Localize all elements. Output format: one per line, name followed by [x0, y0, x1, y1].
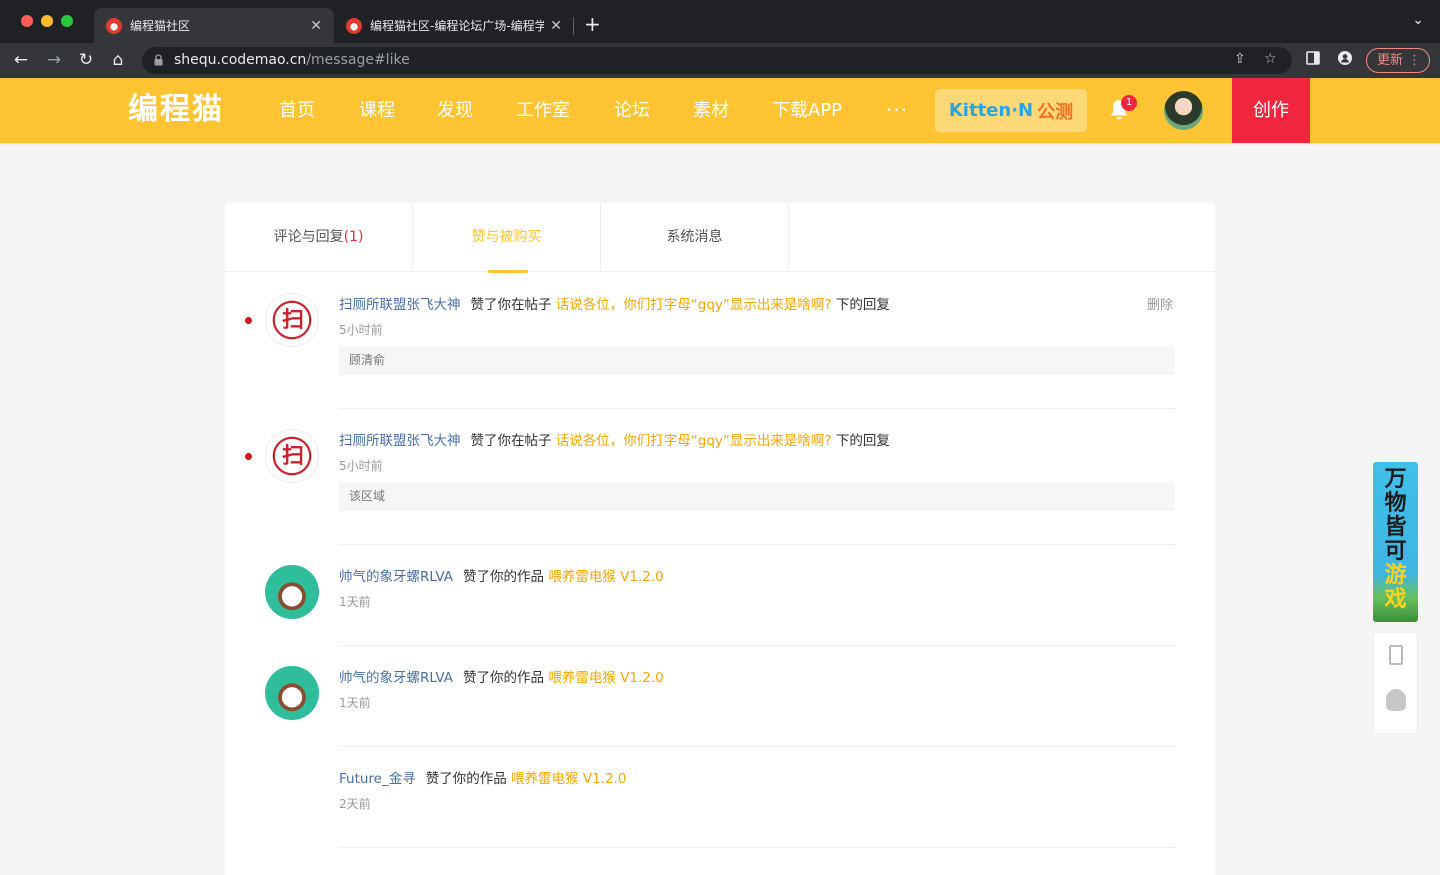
sao-logo-icon: 扫 — [281, 308, 304, 333]
new-tab-plus-icon[interactable]: + — [584, 12, 601, 36]
mobile-app-icon[interactable] — [1389, 645, 1403, 665]
message-user-link[interactable]: 帅气的象牙螺RLVA — [339, 569, 453, 585]
more-vertical-icon: ⋮ — [1408, 53, 1421, 68]
message-time: 5小时前 — [339, 323, 383, 337]
close-tab-icon[interactable]: ✕ — [550, 18, 562, 34]
message-target-link[interactable]: 喂养雷电猴 V1.2.0 — [548, 670, 663, 686]
delete-button[interactable]: 删除 — [1147, 294, 1173, 313]
browser-tab-active[interactable]: 编程猫社区 ✕ — [94, 8, 334, 43]
message-user-link[interactable]: 扫厕所联盟张飞大神 — [339, 297, 461, 313]
maximize-window-button[interactable] — [61, 15, 73, 27]
avatar[interactable]: 扫 — [265, 293, 319, 347]
divider — [339, 544, 1175, 545]
browser-tab-inactive[interactable]: 编程猫社区-编程论坛广场-编程学 ✕ — [334, 8, 574, 43]
divider — [339, 408, 1175, 409]
site-header: 编程猫 首页 课程 发现 工作室 论坛 素材 下载APP ··· Kitten·… — [0, 78, 1440, 143]
nav-materials[interactable]: 素材 — [693, 78, 729, 143]
profile-icon[interactable] — [1338, 51, 1352, 65]
promo-banner[interactable]: 万物皆可 游戏 — [1373, 462, 1418, 622]
reload-icon[interactable]: ↻ — [75, 49, 97, 71]
nav-home[interactable]: 首页 — [279, 78, 315, 143]
message-tabs: 评论与回复(1) 赞与被购买 系统消息 — [225, 203, 1215, 273]
side-tools — [1373, 632, 1418, 734]
codemao-logo[interactable]: 编程猫 — [128, 92, 224, 128]
kitten-n-banner[interactable]: Kitten·N 公测 — [935, 89, 1087, 132]
message-user-link[interactable]: 帅气的象牙螺RLVA — [339, 670, 453, 686]
nav-discover[interactable]: 发现 — [437, 78, 473, 143]
message-target-link[interactable]: 喂养雷电猴 V1.2.0 — [511, 771, 626, 787]
tab-comments-replies[interactable]: 评论与回复(1) — [225, 203, 413, 272]
divider — [339, 746, 1175, 747]
message-time: 5小时前 — [339, 459, 383, 473]
messages-card: 评论与回复(1) 赞与被购买 系统消息 扫 扫厕所联盟张飞大神 赞了你在帖子 话说… — [225, 203, 1215, 875]
message-user-link[interactable]: Future_金寻 — [339, 771, 416, 787]
message-user-link[interactable]: 扫厕所联盟张飞大神 — [339, 433, 461, 449]
message-target-link[interactable]: 话说各位，你们打字母“gqy”显示出来是啥啊? — [556, 433, 832, 449]
nav-download-app[interactable]: 下载APP — [772, 78, 842, 143]
avatar[interactable] — [265, 666, 319, 720]
message-target-link[interactable]: 喂养雷电猴 V1.2.0 — [548, 569, 663, 585]
home-icon[interactable]: ⌂ — [107, 49, 129, 71]
close-tab-icon[interactable]: ✕ — [310, 18, 322, 34]
divider — [339, 645, 1175, 646]
message-quote: 顾清俞 — [339, 346, 1175, 375]
unread-dot — [245, 317, 252, 324]
side-panel-icon[interactable] — [1306, 51, 1320, 65]
sao-logo-icon: 扫 — [281, 444, 304, 469]
lock-icon — [154, 54, 163, 66]
nav-forum[interactable]: 论坛 — [614, 78, 650, 143]
tab-system-messages[interactable]: 系统消息 — [601, 203, 789, 272]
avatar[interactable] — [265, 565, 319, 619]
update-browser-button[interactable]: 更新 ⋮ — [1366, 48, 1430, 73]
avatar[interactable]: 扫 — [265, 429, 319, 483]
divider — [339, 847, 1175, 848]
share-icon[interactable]: ⇪ — [1234, 51, 1246, 67]
message-time: 1天前 — [339, 696, 371, 710]
nav-more-icon[interactable]: ··· — [886, 78, 908, 143]
message-target-link[interactable]: 话说各位，你们打字母“gqy”显示出来是啥啊? — [556, 297, 832, 313]
forward-arrow-icon[interactable]: → — [43, 49, 65, 71]
url-text: shequ.codemao.cn/message#like — [174, 52, 410, 68]
back-arrow-icon[interactable]: ← — [10, 49, 32, 71]
codemao-favicon-icon — [106, 17, 122, 34]
browser-tabbar: 编程猫社区 ✕ 编程猫社区-编程论坛广场-编程学 ✕ + ⌄ — [0, 0, 1440, 43]
notification-badge: 1 — [1121, 95, 1137, 111]
tab-search-chevron-icon[interactable]: ⌄ — [1412, 12, 1424, 28]
create-button[interactable]: 创作 — [1232, 78, 1310, 143]
minimize-window-button[interactable] — [41, 15, 53, 27]
user-avatar[interactable] — [1164, 91, 1203, 130]
message-time: 1天前 — [339, 595, 371, 609]
address-bar[interactable]: shequ.codemao.cn/message#like ⇪ ☆ — [142, 47, 1292, 74]
nav-courses[interactable]: 课程 — [359, 78, 395, 143]
message-quote: 该区域 — [339, 482, 1175, 511]
message-time: 2天前 — [339, 797, 371, 811]
unread-dot — [245, 453, 252, 460]
codemao-favicon-icon — [346, 17, 362, 34]
bookmark-star-icon[interactable]: ☆ — [1264, 51, 1277, 67]
close-window-button[interactable] — [21, 15, 33, 27]
nav-studio[interactable]: 工作室 — [516, 78, 570, 143]
qq-penguin-icon[interactable] — [1386, 689, 1406, 711]
tab-likes-purchases[interactable]: 赞与被购买 — [413, 203, 601, 273]
browser-toolbar: ← → ↻ ⌂ shequ.codemao.cn/message#like ⇪ … — [0, 43, 1440, 78]
